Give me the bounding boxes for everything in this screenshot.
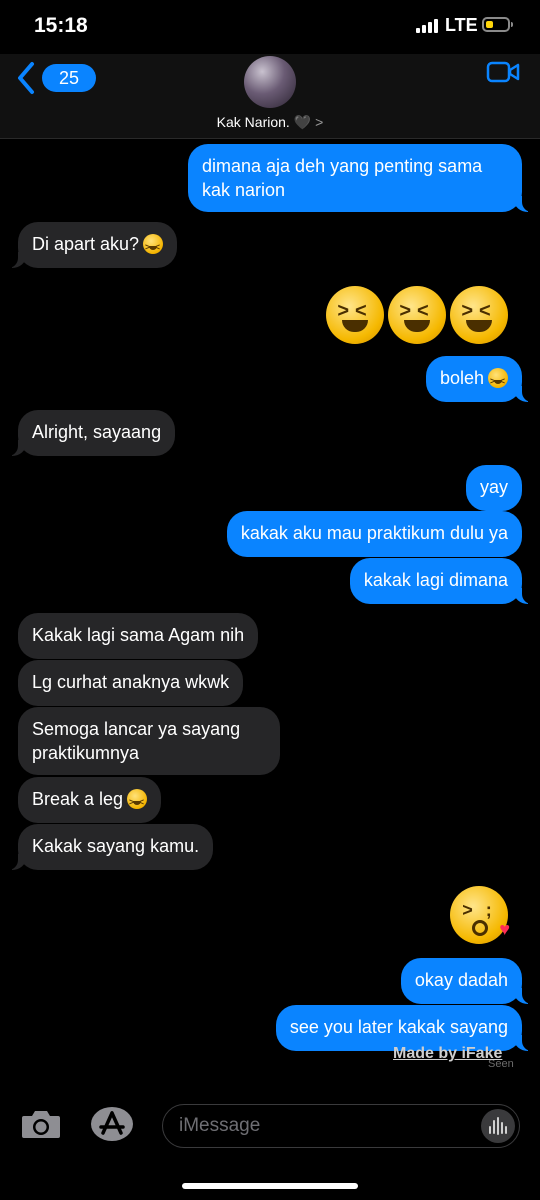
message-bubble-sent[interactable]: kakak lagi dimana [349, 558, 533, 604]
laughing-emoji-icon: >< [450, 286, 508, 344]
status-bar: 15:18 LTE [0, 0, 540, 54]
message-bubble-received[interactable]: Kakak lagi sama Agam nih [18, 613, 259, 659]
laughing-emoji-icon [488, 368, 508, 393]
message-bubble-received[interactable]: Break a leg [18, 777, 162, 823]
message-text: Break a leg [32, 789, 124, 809]
message-bubble-sent[interactable]: dimana aja deh yang penting sama kak nar… [188, 144, 532, 212]
message-text: kakak aku mau praktikum dulu ya [240, 523, 508, 543]
message-bubble-sent[interactable]: yay [465, 465, 522, 511]
network-label: LTE [445, 15, 478, 35]
message-bubble-sent[interactable]: boleh [425, 356, 533, 402]
status-time: 15:18 [34, 14, 88, 37]
laughing-emoji-icon [143, 234, 164, 259]
message-text: boleh [439, 368, 484, 388]
voice-waveform-icon[interactable] [481, 1109, 515, 1143]
message-text: kak narion [202, 180, 286, 200]
contact-chevron-icon: > [315, 114, 324, 130]
battery-icon [482, 17, 513, 32]
message-input-placeholder: iMessage [179, 1115, 261, 1136]
message-text: dimana aja deh yang penting sama [202, 156, 483, 176]
message-bubble-received[interactable]: Kakak sayang kamu. [7, 824, 214, 870]
message-text: kakak lagi dimana [363, 570, 508, 590]
message-bubble-received[interactable]: Di apart aku? [7, 222, 178, 268]
message-text: Di apart aku? [32, 234, 140, 254]
unread-count-badge: 25 [42, 64, 96, 92]
message-bubble-received[interactable]: Semoga lancar ya sayang praktikumnya [18, 707, 280, 775]
camera-icon[interactable] [20, 1108, 62, 1140]
message-bubble-sent[interactable]: okay dadah [400, 958, 533, 1004]
message-text: praktikumnya [32, 743, 140, 763]
message-text: Alright, sayaang [32, 422, 162, 442]
facetime-video-icon[interactable] [486, 60, 520, 84]
kissing-heart-emoji-icon[interactable]: > ; ♥ [450, 886, 510, 944]
message-text: okay dadah [414, 970, 508, 990]
message-bubble-sent[interactable]: kakak aku mau praktikum dulu ya [226, 511, 522, 557]
watermark: Made by iFake [393, 1045, 503, 1062]
contact-name-button[interactable]: Kak Narion. 🖤 > [0, 114, 540, 131]
message-bubble-received[interactable]: Lg curhat anaknya wkwk [18, 660, 244, 706]
laughing-emoji-icon: >< [326, 286, 384, 344]
laughing-emoji-icon: >< [388, 286, 446, 344]
message-bubble-received[interactable]: Alright, sayaang [7, 410, 176, 456]
message-text: see you later kakak sayang [289, 1017, 508, 1037]
home-indicator[interactable] [182, 1183, 358, 1189]
contact-name: Kak Narion. 🖤 [216, 114, 312, 130]
message-input-field[interactable]: iMessage [162, 1104, 520, 1148]
message-text: Kakak sayang kamu. [32, 836, 200, 856]
message-text: Kakak lagi sama Agam nih [32, 625, 245, 645]
message-text: Lg curhat anaknya wkwk [32, 672, 230, 692]
signal-icon [416, 19, 440, 33]
conversation-header: 25 Kak Narion. 🖤 > [0, 54, 540, 139]
back-button[interactable]: 25 [16, 60, 96, 96]
avatar[interactable] [244, 56, 296, 108]
app-store-icon[interactable] [90, 1106, 134, 1142]
back-chevron-icon [18, 62, 34, 94]
laughing-emoji-icon [127, 789, 148, 814]
message-text: Semoga lancar ya sayang [32, 719, 241, 739]
message-text: yay [479, 477, 508, 497]
